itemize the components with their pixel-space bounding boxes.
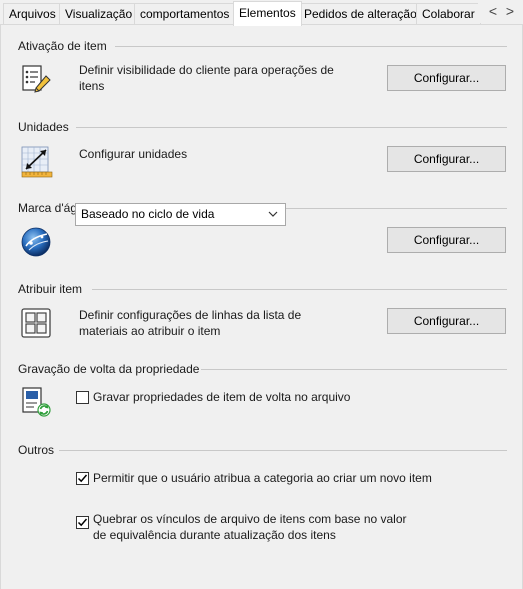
globe-icon bbox=[20, 226, 52, 258]
writeback-icon bbox=[20, 386, 52, 418]
section-title-units: Unidades bbox=[18, 120, 69, 134]
section-title-assign-item: Atribuir item bbox=[18, 282, 83, 296]
tab-scroll-arrows: < > bbox=[478, 3, 523, 23]
watermark-select[interactable]: Baseado no ciclo de vida bbox=[75, 203, 286, 226]
configure-assign-item-button[interactable]: Configurar... bbox=[387, 308, 506, 334]
tab-scroll-right-icon[interactable]: > bbox=[500, 3, 520, 23]
tab-colaborar[interactable]: Colaborar bbox=[416, 3, 481, 25]
writeback-checkbox[interactable] bbox=[76, 391, 89, 404]
section-title-other: Outros bbox=[18, 443, 55, 457]
tab-visualizacao[interactable]: Visualização bbox=[59, 3, 139, 25]
item-activation-description: Definir visibilidade do cliente para ope… bbox=[79, 63, 334, 93]
break-file-links-checkbox-label: Quebrar os vínculos de arquivo de itens … bbox=[93, 512, 407, 542]
configure-units-button[interactable]: Configurar... bbox=[387, 146, 506, 172]
allow-category-checkbox-label: Permitir que o usuário atribua a categor… bbox=[93, 471, 432, 485]
units-ruler-icon bbox=[20, 145, 53, 178]
checkmark-icon bbox=[77, 518, 88, 527]
writeback-checkbox-label: Gravar propriedades de item de volta no … bbox=[93, 390, 351, 404]
watermark-select-value: Baseado no ciclo de vida bbox=[81, 207, 215, 221]
list-pencil-icon bbox=[20, 64, 52, 96]
allow-category-checkbox[interactable] bbox=[76, 472, 89, 485]
units-description: Configurar unidades bbox=[79, 147, 188, 161]
tab-pedidos-de-alteracao[interactable]: Pedidos de alteração bbox=[298, 3, 423, 25]
grid-icon bbox=[20, 307, 52, 339]
chevron-down-icon bbox=[267, 204, 279, 225]
section-rule bbox=[76, 127, 507, 128]
tab-bar: Arquivos Visualização comportamentos Ele… bbox=[0, 0, 523, 26]
section-rule bbox=[59, 450, 507, 451]
tab-comportamentos[interactable]: comportamentos bbox=[134, 3, 236, 25]
section-rule bbox=[201, 369, 507, 370]
checkmark-icon bbox=[77, 474, 88, 483]
tab-arquivos[interactable]: Arquivos bbox=[3, 3, 62, 25]
tab-elementos[interactable]: Elementos bbox=[233, 1, 302, 26]
section-rule bbox=[92, 289, 507, 290]
configure-watermark-button[interactable]: Configurar... bbox=[387, 227, 506, 253]
break-file-links-checkbox[interactable] bbox=[76, 516, 89, 529]
section-title-item-activation: Ativação de item bbox=[18, 39, 107, 53]
assign-item-description: Definir configurações de linhas da lista… bbox=[79, 308, 302, 338]
section-rule bbox=[115, 46, 507, 47]
section-title-property-writeback: Gravação de volta da propriedade bbox=[18, 362, 200, 376]
configure-item-activation-button[interactable]: Configurar... bbox=[387, 65, 506, 91]
